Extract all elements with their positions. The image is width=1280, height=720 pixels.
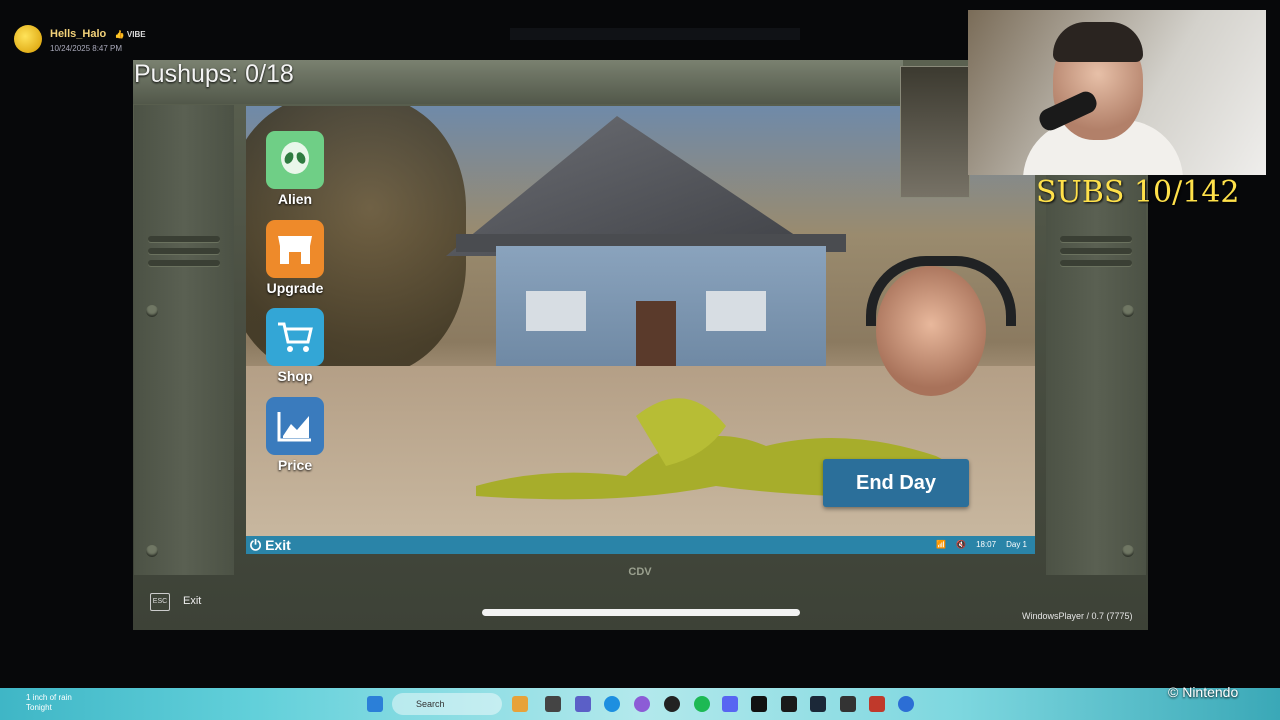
app-upgrade[interactable]: Upgrade	[266, 220, 324, 296]
player-version-label: WindowsPlayer / 0.7 (7775)	[1022, 611, 1133, 621]
start-icon[interactable]	[367, 696, 383, 712]
alien-icon	[266, 131, 324, 189]
weather-widget[interactable]: 1 inch of rain Tonight	[26, 693, 72, 713]
app-alien[interactable]: Alien	[266, 131, 324, 207]
esc-exit-label: Exit	[183, 595, 202, 607]
app-price[interactable]: Price	[266, 397, 324, 473]
house-window	[526, 291, 586, 331]
vent-slot	[1060, 260, 1132, 266]
obs-icon[interactable]	[664, 696, 680, 712]
vpn-icon[interactable]	[898, 696, 914, 712]
rivet	[1122, 545, 1134, 557]
explorer-icon[interactable]	[545, 696, 561, 712]
vent-slot	[1060, 248, 1132, 254]
weather-line-1: 1 inch of rain	[26, 693, 72, 702]
app-shop[interactable]: Shop	[266, 308, 324, 384]
app-icon[interactable]	[869, 696, 885, 712]
cart-icon	[266, 308, 324, 366]
store-icon	[266, 220, 324, 278]
mute-icon: 🔇	[956, 540, 967, 549]
vent-slot	[1060, 236, 1132, 242]
os-exit-button[interactable]: ⏻ Exit	[250, 536, 291, 554]
chart-icon	[266, 397, 324, 455]
left-side-panel	[134, 105, 234, 575]
streamer-avatar	[14, 24, 42, 53]
download-icon[interactable]	[840, 696, 856, 712]
in-game-taskbar: ⏻ Exit 📶 🔇 18:07 Day 1	[246, 536, 1035, 554]
streamer-tag: Hells_Halo 👍 VIBE 10/24/2025 8:47 PM	[14, 24, 146, 53]
taskview-icon[interactable]	[512, 696, 528, 712]
capcut-icon[interactable]	[781, 696, 797, 712]
edge-icon[interactable]	[604, 696, 620, 712]
vent-slot	[148, 260, 220, 266]
app-shop-label: Shop	[277, 368, 313, 384]
face-cutout	[876, 266, 986, 396]
wifi-icon: 📶	[936, 540, 947, 549]
background-notice-bar	[510, 28, 800, 40]
subs-goal-counter: SUBS 10/142	[1036, 175, 1240, 210]
os-exit-label: Exit	[265, 537, 291, 553]
house-window	[706, 291, 766, 331]
power-icon: ⏻	[250, 537, 262, 553]
app-price-label: Price	[277, 457, 313, 473]
webcam-headset	[1053, 22, 1143, 62]
weather-line-2: Tonight	[26, 703, 52, 712]
rivet	[146, 545, 158, 557]
esc-key-icon[interactable]: ESC	[150, 593, 170, 611]
pushups-counter: Pushups: 0/18	[134, 60, 294, 88]
rivet	[1122, 305, 1134, 317]
tray-clock: 18:07	[976, 540, 997, 549]
vent-slot	[148, 236, 220, 242]
streamer-username[interactable]: Hells_Halo	[50, 28, 106, 40]
discord-icon[interactable]	[722, 696, 738, 712]
monitor-brand: CDV	[628, 566, 652, 578]
teams-icon[interactable]	[575, 696, 591, 712]
webcam-overlay	[968, 10, 1266, 175]
nintendo-watermark: © Nintendo	[1168, 684, 1239, 700]
end-day-button[interactable]: End Day	[823, 459, 969, 507]
stream-timestamp: 10/24/2025 8:47 PM	[50, 44, 123, 53]
halloween-thumbnail	[900, 66, 970, 198]
rivet	[146, 305, 158, 317]
terminal-icon[interactable]	[751, 696, 767, 712]
opera-icon[interactable]	[634, 696, 650, 712]
app-alien-label: Alien	[277, 191, 313, 207]
steam-icon[interactable]	[810, 696, 826, 712]
app-upgrade-label: Upgrade	[266, 280, 324, 296]
tray-day: Day 1	[1006, 540, 1027, 549]
video-progress-bar[interactable]	[482, 609, 800, 616]
vent-slot	[148, 248, 220, 254]
system-tray: 📶 🔇 18:07 Day 1	[936, 536, 1027, 554]
vibe-badge: 👍 VIBE	[114, 30, 146, 39]
taskbar-search[interactable]: Search	[392, 693, 502, 715]
spotify-icon[interactable]	[694, 696, 710, 712]
